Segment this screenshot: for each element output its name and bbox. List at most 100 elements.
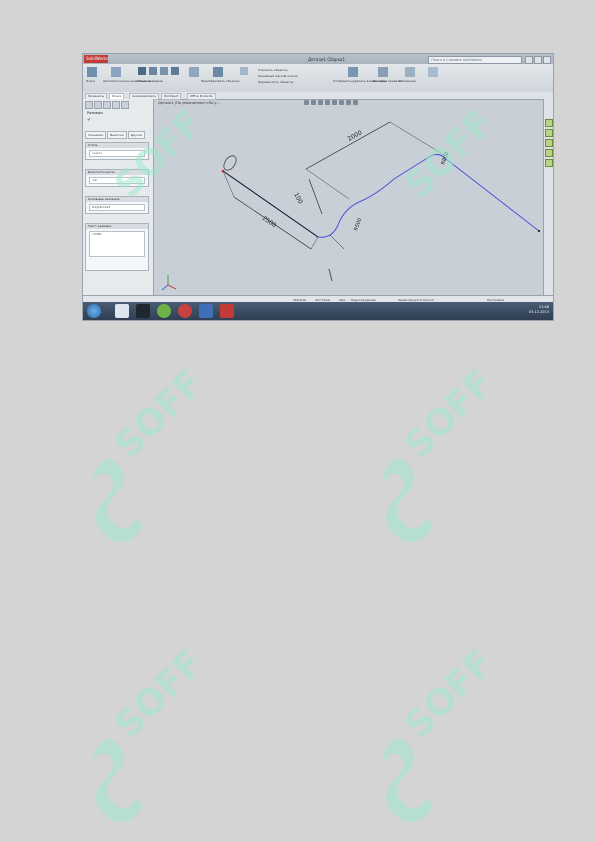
panel-title: Размеры xyxy=(87,111,103,115)
watermark-text: SOFF xyxy=(107,643,211,747)
help-search-input[interactable]: Поиск в Справке SolidWorks xyxy=(428,56,522,64)
section-primary-value: Основные значения D1@Эскиз3 xyxy=(85,196,149,214)
axis-triad xyxy=(161,275,177,291)
dimension-name-field[interactable]: D1@Эскиз3 xyxy=(89,204,145,211)
opera-icon[interactable] xyxy=(178,304,192,318)
appearances-icon[interactable] xyxy=(545,159,553,167)
start-button-icon[interactable] xyxy=(87,304,101,318)
ribbon-label-mirror[interactable]: Отразить объекты xyxy=(258,68,287,72)
dim-leader-r500 xyxy=(329,234,345,250)
watermark-mark xyxy=(93,738,143,823)
watermark-mark xyxy=(93,458,143,543)
configuration-icon[interactable] xyxy=(103,101,111,109)
explorer-icon[interactable] xyxy=(199,304,213,318)
title-bar: SolidWorks Детали1 Сборка1 Поиск в Справ… xyxy=(83,54,553,64)
dim-line-100 xyxy=(308,178,323,215)
feature-tree-icon[interactable] xyxy=(85,101,93,109)
display-manager-icon[interactable] xyxy=(121,101,129,109)
property-manager: Размеры ✔ Значение Выноски Другие Стиль … xyxy=(83,99,154,295)
profile-circle[interactable] xyxy=(221,154,238,173)
watermark-mark xyxy=(383,458,433,543)
dimxpert-icon[interactable] xyxy=(112,101,120,109)
ext-line xyxy=(389,121,445,156)
cursor-icon xyxy=(328,268,333,282)
close-icon[interactable] xyxy=(543,56,551,64)
app-logo[interactable]: SolidWorks xyxy=(84,55,108,63)
taskbar: 11:46 03.12.2013 xyxy=(83,302,553,320)
file-explorer-icon[interactable] xyxy=(545,139,553,147)
ribbon-label-move[interactable]: Переместить объекты xyxy=(258,80,293,84)
property-manager-icon[interactable] xyxy=(94,101,102,109)
dim-label-100[interactable]: 100 xyxy=(292,192,304,206)
screenshot: SolidWorks Детали1 Сборка1 Поиск в Справ… xyxy=(83,54,553,320)
offset-icon[interactable] xyxy=(240,67,248,75)
quick-snaps-icon[interactable] xyxy=(378,67,388,77)
trim-icon[interactable] xyxy=(189,67,199,77)
ribbon-label-autodim: Автоматическое нанесение размеров xyxy=(103,79,163,83)
dim-label-2500[interactable]: 2500 xyxy=(261,215,278,229)
watermark-logo: SOFF xyxy=(107,363,211,467)
graphics-area[interactable]: Деталь1 (По умолчанию<<По у... 2500 2000… xyxy=(154,99,544,295)
section-header[interactable]: Основные значения xyxy=(86,197,148,202)
tab-leaders[interactable]: Выноски xyxy=(107,131,127,139)
line-icon[interactable] xyxy=(138,67,146,75)
section-dimension-text: Текст размера <DIM> xyxy=(85,223,149,271)
style-select[interactable]: <нет> xyxy=(89,150,145,157)
watermark-logo: SOFF xyxy=(397,363,501,467)
minimize-icon[interactable] xyxy=(525,56,533,64)
circle-icon[interactable] xyxy=(160,67,168,75)
window-controls xyxy=(525,56,551,64)
sketch-icon[interactable] xyxy=(87,67,97,77)
relations-icon[interactable] xyxy=(348,67,358,77)
solidworks-task-icon[interactable] xyxy=(220,304,234,318)
ext-line xyxy=(310,236,319,250)
resources-icon[interactable] xyxy=(545,119,553,127)
ok-check-icon[interactable]: ✔ xyxy=(87,117,91,123)
watermark-text: SOFF xyxy=(107,363,211,467)
dim-label-2000[interactable]: 2000 xyxy=(347,129,364,143)
watermark-text: SOFF xyxy=(397,363,501,467)
app-icon[interactable] xyxy=(136,304,150,318)
section-header[interactable]: Стиль xyxy=(86,143,148,148)
clock[interactable]: 11:46 03.12.2013 xyxy=(529,305,549,315)
convert-entities-icon[interactable] xyxy=(213,67,223,77)
design-library-icon[interactable] xyxy=(545,129,553,137)
end-point[interactable] xyxy=(537,229,541,233)
smart-dimension-icon[interactable] xyxy=(111,67,121,77)
tab-value[interactable]: Значение xyxy=(85,131,107,139)
rapid-sketch-icon[interactable] xyxy=(405,67,415,77)
ribbon-label-rapid: Рисование xyxy=(399,79,416,83)
ribbon-label-entities: Объекты xyxy=(137,79,152,83)
ext-line xyxy=(305,168,350,200)
document-title: Детали1 Сборка1 xyxy=(308,57,345,62)
precision-select[interactable]: .12 xyxy=(89,177,145,184)
watermark-logo: SOFF xyxy=(397,643,501,747)
panel-tabs: Значение Выноски Другие xyxy=(85,131,146,139)
task-pane xyxy=(543,99,553,295)
ribbon-label-pattern[interactable]: Линейный массив эскиза xyxy=(258,74,298,78)
dim-line-2000 xyxy=(305,121,391,170)
command-manager: Эскиз Автоматическое нанесение размеров … xyxy=(83,64,553,93)
panel-toolbar xyxy=(85,101,129,109)
section-header[interactable]: Допуск/Точность xyxy=(86,170,148,175)
watermark-text: SOFF xyxy=(397,643,501,747)
dimension-text-area[interactable]: <DIM> xyxy=(89,231,145,257)
clock-date: 03.12.2013 xyxy=(528,310,549,314)
dim-label-r500[interactable]: R500 xyxy=(353,217,363,231)
view-palette-icon[interactable] xyxy=(545,149,553,157)
ribbon-label-convert: Преобразовать объекты xyxy=(201,79,240,83)
maximize-icon[interactable] xyxy=(534,56,542,64)
instant2d-icon[interactable] xyxy=(428,67,438,77)
watermark-mark xyxy=(383,738,433,823)
section-tolerance: Допуск/Точность .12 xyxy=(85,169,149,187)
ribbon-label-sketch: Эскиз xyxy=(86,79,96,83)
section-style: Стиль <нет> xyxy=(85,142,149,160)
section-header[interactable]: Текст размера xyxy=(86,224,148,229)
watermark-logo: SOFF xyxy=(107,643,211,747)
tab-other[interactable]: Другие xyxy=(127,131,146,139)
rectangle-icon[interactable] xyxy=(149,67,157,75)
arc-icon[interactable] xyxy=(171,67,179,75)
browser-icon[interactable] xyxy=(157,304,171,318)
sketch-drawing[interactable]: 2500 2000 100 R500 R800 xyxy=(154,99,544,295)
word-icon[interactable] xyxy=(115,304,129,318)
